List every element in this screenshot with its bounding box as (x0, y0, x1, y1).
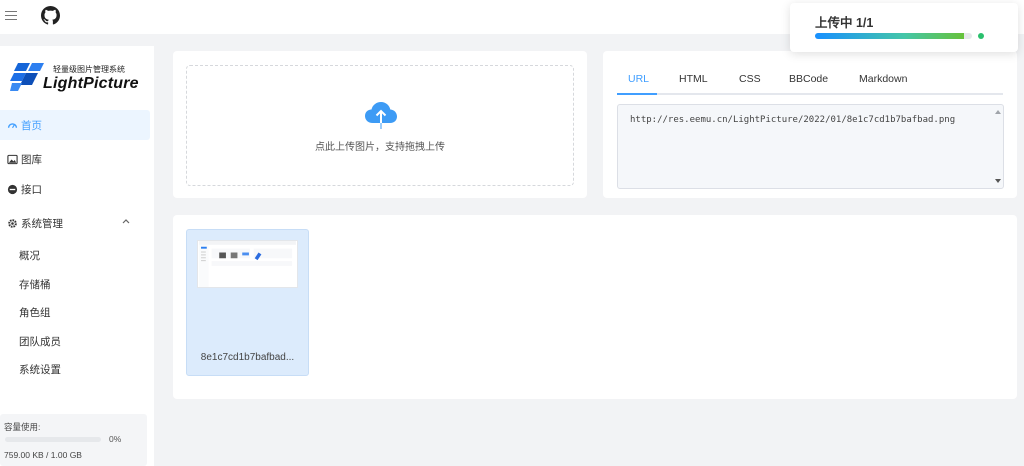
sub-item-settings[interactable]: 系统设置 (0, 356, 150, 382)
sub-item-label: 存储桶 (19, 278, 51, 291)
nav-label-gallery: 图库 (21, 153, 42, 166)
storage-usage: 容量使用: 0% 759.00 KB / 1.00 GB (0, 414, 147, 466)
upload-notification: 上传中 1/1 (790, 3, 1018, 52)
nav-label-system: 系统管理 (21, 217, 63, 230)
sub-item-roles[interactable]: 角色组 (0, 299, 150, 325)
tab-bbcode[interactable]: BBCode (789, 71, 828, 95)
upload-card: 点此上传图片，支持拖拽上传 (173, 51, 587, 198)
sub-item-label: 概况 (19, 249, 40, 262)
tab-markdown[interactable]: Markdown (859, 71, 907, 95)
brand-logo[interactable]: 轻量级图片管理系统 LightPicture (10, 59, 150, 95)
brand-subtitle: 轻量级图片管理系统 (53, 65, 125, 74)
links-card: URL HTML CSS BBCode Markdown http://res.… (603, 51, 1017, 198)
image-thumbnail-card[interactable]: 8e1c7cd1b7bafbad... (186, 229, 309, 376)
usage-detail: 759.00 KB / 1.00 GB (4, 450, 82, 460)
chevron-up-icon (122, 219, 130, 224)
sub-item-label: 团队成员 (19, 335, 61, 348)
tab-css[interactable]: CSS (739, 71, 761, 95)
nav-item-home[interactable]: 首页 (0, 110, 150, 140)
image-thumbnail (197, 240, 298, 288)
usage-percent: 0% (109, 434, 122, 444)
upload-status-title: 上传中 1/1 (815, 16, 874, 30)
upload-success-dot-icon (978, 33, 984, 39)
sub-item-buckets[interactable]: 存储桶 (0, 271, 150, 297)
sidebar: 轻量级图片管理系统 LightPicture 首页 图库 接口 系统管理 概况 … (0, 46, 154, 466)
usage-progress-bar (5, 437, 101, 442)
nav-label-api: 接口 (21, 183, 42, 196)
image-filename: 8e1c7cd1b7bafbad... (200, 352, 295, 363)
link-output-textarea[interactable]: http://res.eemu.cn/LightPicture/2022/01/… (617, 104, 1004, 189)
sub-item-members[interactable]: 团队成员 (0, 328, 150, 354)
nav-label-home: 首页 (21, 119, 42, 132)
upload-progress-bar (815, 33, 972, 39)
gear-icon (8, 218, 17, 228)
menu-icon[interactable] (5, 8, 17, 22)
active-tab-indicator (617, 93, 657, 95)
tab-html[interactable]: HTML (679, 71, 708, 95)
tab-url[interactable]: URL (628, 71, 649, 95)
scroll-up-arrow-icon[interactable] (995, 110, 1001, 114)
nav-item-api[interactable]: 接口 (0, 174, 150, 204)
scroll-down-arrow-icon[interactable] (995, 179, 1001, 183)
sub-item-overview[interactable]: 概况 (0, 242, 150, 268)
upload-dropzone[interactable]: 点此上传图片，支持拖拽上传 (186, 65, 574, 186)
link-format-tabs: URL HTML CSS BBCode Markdown (617, 71, 1003, 95)
upload-hint: 点此上传图片，支持拖拽上传 (315, 142, 445, 153)
dashboard-icon (7, 122, 18, 128)
cloud-upload-icon (365, 102, 397, 129)
sub-item-label: 系统设置 (19, 363, 61, 376)
api-icon (7, 184, 18, 194)
uploaded-images-card: 8e1c7cd1b7bafbad... (173, 215, 1017, 399)
nav-item-system[interactable]: 系统管理 (0, 208, 150, 238)
link-value: http://res.eemu.cn/LightPicture/2022/01/… (630, 115, 956, 125)
sub-item-label: 角色组 (19, 306, 51, 319)
github-icon[interactable] (41, 6, 60, 25)
nav-item-gallery[interactable]: 图库 (0, 144, 150, 174)
image-icon (7, 154, 18, 164)
usage-label: 容量使用: (4, 422, 41, 432)
upload-progress-fill (815, 33, 965, 39)
brand-name: LightPicture (43, 75, 139, 92)
